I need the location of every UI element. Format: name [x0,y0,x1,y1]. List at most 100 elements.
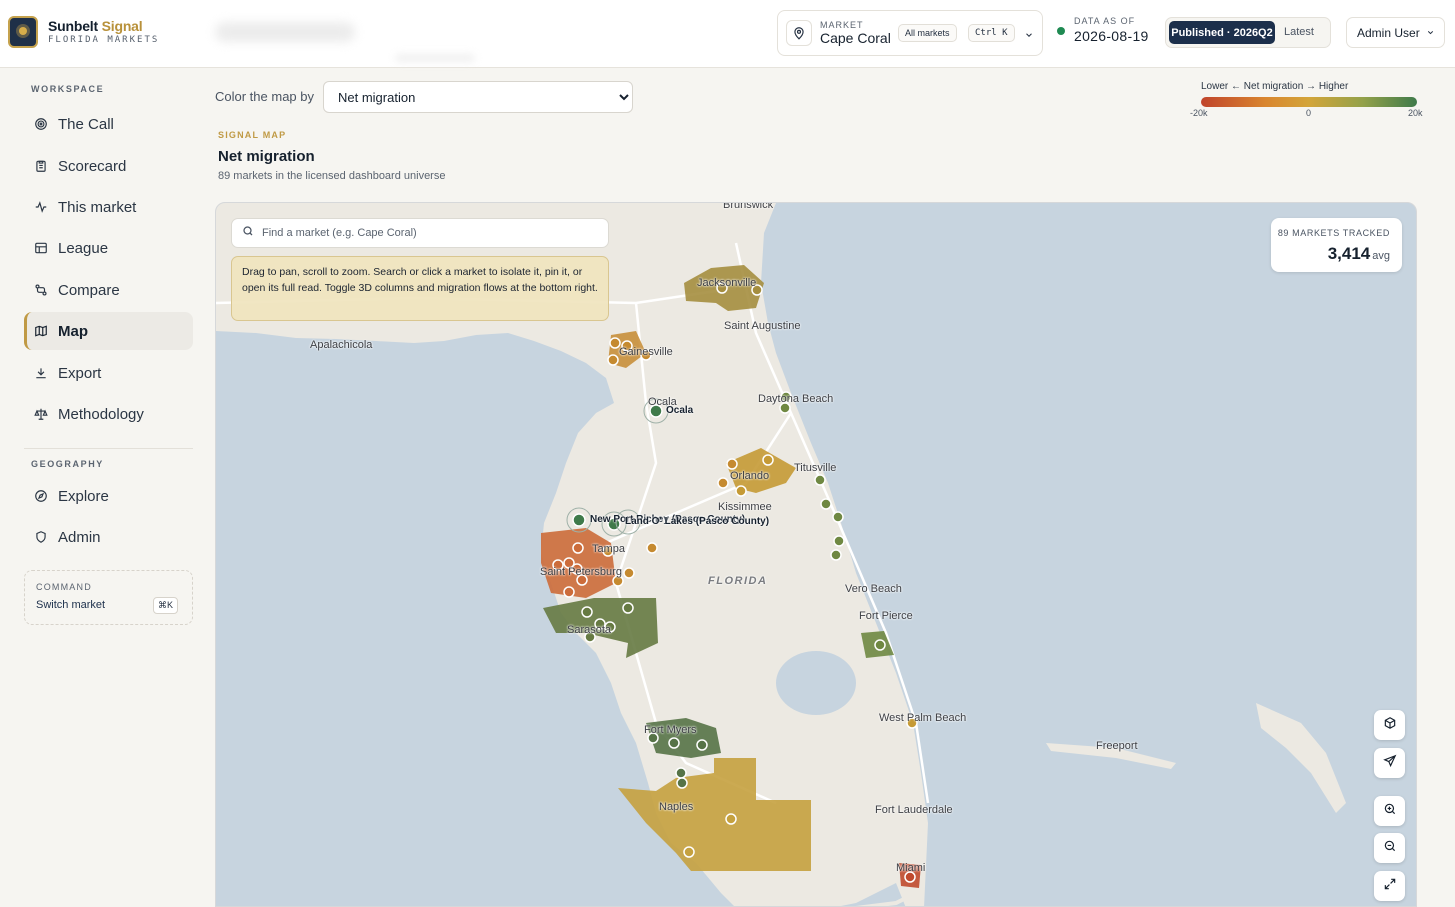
user-name: Admin User [1357,25,1420,40]
sidebar-item-label: Explore [58,487,109,505]
place-label: Gainesville [619,346,673,358]
place-label: Miami [896,862,926,874]
place-label: Tampa [592,543,626,555]
place-label: Kissimmee [718,501,772,513]
chevron-down-icon [1426,26,1435,40]
compare-icon [34,283,48,297]
latest-button[interactable]: Latest [1284,26,1314,38]
shortcut-chip: Ctrl K [968,24,1015,42]
command-box[interactable]: COMMAND Switch market ⌘K [24,570,193,625]
place-label: Fort Myers [644,724,697,736]
map-search[interactable] [231,218,609,248]
zoom-out-button[interactable] [1374,833,1405,863]
legend-max: 20k [1408,108,1423,118]
place-label: Sarasota [567,624,612,636]
sidebar-item-methodology[interactable]: Methodology [24,395,193,433]
place-label-selected: Ocala [666,405,694,416]
legend-gradient-bar [1201,97,1417,107]
blurred-page-subtitle [395,54,475,62]
shield-icon [34,530,48,544]
activity-icon [34,200,48,214]
sidebar-item-label: This market [58,198,137,216]
status-dot-icon [1057,27,1065,35]
sidebar-item-compare[interactable]: Compare [24,271,193,309]
brand[interactable]: Sunbelt Signal FLORIDA MARKETS [8,16,159,48]
cube-icon [1383,716,1397,735]
map-hint-tooltip: Drag to pan, scroll to zoom. Search or c… [231,256,609,321]
legend-min: -20k [1190,108,1208,118]
legend-mid: 0 [1306,108,1312,118]
market-selector[interactable]: MARKET Cape Coral All markets Ctrl K [777,10,1043,56]
markets-tracked-value-row: 3,414 avg [1328,244,1390,264]
panel-subtitle: 89 markets in the licensed dashboard uni… [218,170,446,182]
place-label: West Palm Beach [879,712,967,724]
brand-accent: Signal [101,18,143,34]
markets-tracked-card: 89 MARKETS TRACKED 3,414 avg [1271,218,1402,272]
version-toggle: Published · 2026Q2 Latest [1165,17,1331,48]
sidebar-item-label: Scorecard [58,157,127,175]
market-label: MARKET [820,19,864,30]
compass-icon [34,489,48,503]
sidebar-item-league[interactable]: League [24,229,193,267]
target-icon [34,117,48,131]
brand-primary: Sunbelt [48,18,98,34]
expand-icon [1383,877,1397,896]
markets-tracked-value: 3,414 [1327,244,1371,263]
zoom-in-icon [1383,802,1397,821]
plane-icon [1382,754,1397,773]
workspace-section-label: WORKSPACE [31,84,105,94]
sidebar-item-the-call[interactable]: The Call [24,105,193,143]
place-label: Vero Beach [845,583,902,595]
markets-tracked-unit: avg [1372,250,1390,262]
toggle-migration-flows-button[interactable] [1374,748,1405,778]
map-canvas[interactable]: Brunswick Jacksonville Saint Augustine A… [215,202,1417,907]
sidebar-item-label: Export [58,364,102,382]
legend-title: Lower ← Net migration → Higher [1201,81,1349,92]
panel-eyebrow: SIGNAL MAP [218,130,287,140]
place-label: Saint Petersburg [540,566,622,578]
sidebar-item-explore[interactable]: Explore [24,477,193,515]
data-as-of-label: DATA AS OF [1074,16,1136,26]
color-by-label: Color the map by [215,89,314,104]
sidebar-item-label: League [58,239,109,257]
zoom-in-button[interactable] [1374,796,1405,826]
user-menu-button[interactable]: Admin User [1346,17,1445,48]
command-shortcut: ⌘K [153,597,179,614]
sidebar-item-label: Compare [58,281,120,299]
markets-tracked-label: 89 MARKETS TRACKED [1277,228,1390,238]
sidebar-item-admin[interactable]: Admin [24,518,193,556]
map-icon [34,324,48,338]
place-label: Fort Pierce [859,610,913,622]
place-label: Naples [659,801,694,813]
published-button[interactable]: Published · 2026Q2 [1169,21,1275,44]
data-as-of-value: 2026-08-19 [1074,28,1149,44]
map-search-input[interactable] [262,227,592,239]
sidebar-item-this-market[interactable]: This market [24,188,193,226]
lake-okeechobee [776,651,856,715]
place-label: Titusville [794,462,837,474]
scale-icon [34,407,48,421]
sidebar-item-export[interactable]: Export [24,354,193,392]
sidebar-item-label: Map [58,322,88,340]
place-label-selected: Land O' Lakes (Pasco County) [625,516,770,527]
place-label: Apalachicola [310,339,373,351]
place-label: Fort Lauderdale [875,804,953,816]
sidebar-item-map[interactable]: Map [24,312,193,350]
market-value: Cape Coral [820,29,891,46]
fullscreen-button[interactable] [1374,871,1405,901]
brand-subtitle: FLORIDA MARKETS [48,35,160,45]
all-markets-chip[interactable]: All markets [898,24,957,42]
map-pin-icon [786,20,812,46]
panel-title: Net migration [218,148,315,165]
command-label: COMMAND [36,582,92,592]
place-label: Daytona Beach [758,393,834,405]
place-label: Saint Augustine [724,320,801,332]
chevron-down-icon[interactable] [1024,27,1034,45]
place-label: Orlando [730,470,770,482]
brand-logo-icon [8,16,38,48]
clipboard-icon [34,159,48,173]
color-by-select[interactable]: Net migration [323,81,633,113]
sidebar-item-scorecard[interactable]: Scorecard [24,147,193,185]
top-bar: Sunbelt Signal FLORIDA MARKETS MARKET Ca… [0,0,1455,68]
toggle-3d-columns-button[interactable] [1374,710,1405,740]
